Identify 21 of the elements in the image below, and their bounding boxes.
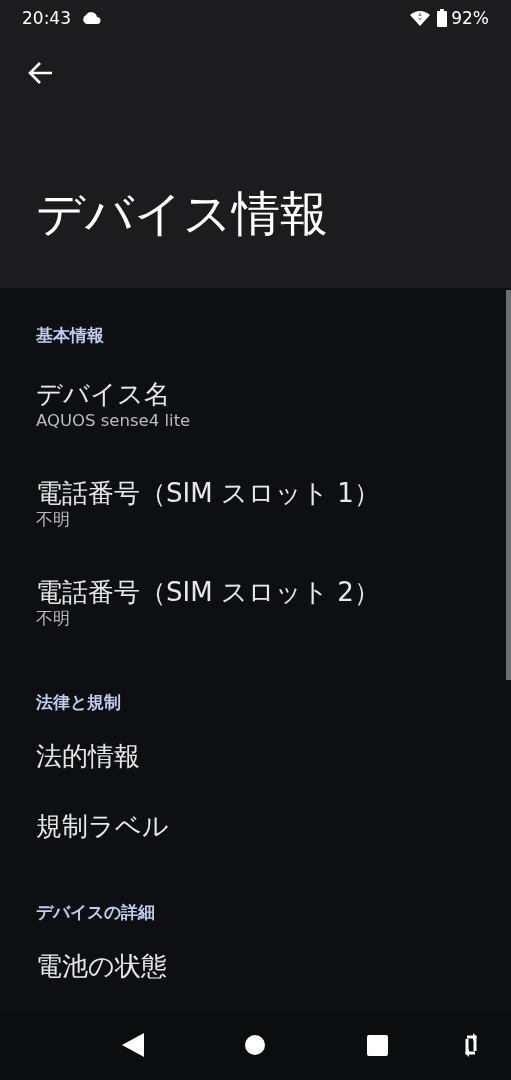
section-header: デバイスの詳細 [35, 901, 156, 924]
home-nav-button[interactable] [245, 1035, 265, 1055]
settings-item[interactable]: 電話番号（SIM スロット 1） [36, 475, 380, 510]
wifi-icon [409, 8, 432, 27]
item-summary: AQUOS sense4 lite [36, 410, 191, 431]
cloud-icon [81, 11, 101, 24]
settings-item[interactable]: 電話番号（SIM スロット 2） [36, 574, 380, 609]
rotate-nav-button[interactable] [463, 1033, 479, 1057]
back-nav-button[interactable] [122, 1033, 144, 1057]
battery-percent: 92% [451, 7, 489, 28]
item-summary: 不明 [36, 509, 70, 530]
settings-item[interactable]: 電池の状態 [36, 949, 167, 983]
section-header: 基本情報 [35, 324, 105, 347]
battery-icon [437, 8, 448, 27]
page-title: デバイス情報 [35, 189, 328, 237]
settings-item[interactable]: 規制ラベル [36, 809, 169, 843]
section-header: 法律と規制 [35, 691, 122, 714]
settings-item[interactable]: 法的情報 [36, 739, 140, 773]
item-summary: 不明 [36, 608, 70, 629]
status-time: 20:43 [22, 7, 71, 28]
settings-item[interactable]: デバイス名 [36, 376, 170, 411]
